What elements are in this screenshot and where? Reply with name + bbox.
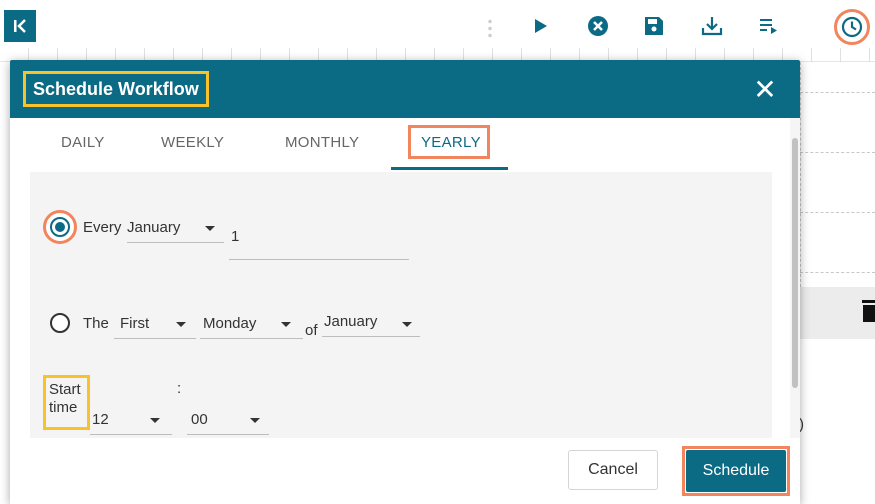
dialog-footer: Cancel Schedule bbox=[10, 438, 800, 504]
the-month-value: January bbox=[324, 313, 378, 330]
frequency-tabs: DAILY WEEKLY MONTHLY YEARLY bbox=[10, 118, 790, 170]
dialog-header: Schedule Workflow ✕ bbox=[10, 60, 800, 118]
tab-monthly[interactable]: MONTHLY bbox=[285, 134, 359, 151]
dialog-scrollbar[interactable] bbox=[790, 118, 800, 448]
chevron-down-icon bbox=[176, 322, 186, 327]
dialog-title: Schedule Workflow bbox=[23, 71, 209, 107]
play-icon[interactable] bbox=[529, 14, 553, 38]
grid-line bbox=[800, 272, 875, 273]
every-radio[interactable] bbox=[50, 217, 70, 237]
chevron-down-icon bbox=[281, 322, 291, 327]
time-colon: : bbox=[177, 380, 182, 397]
collapse-icon bbox=[14, 19, 26, 33]
every-month-value: January bbox=[127, 219, 181, 236]
the-radio[interactable] bbox=[50, 313, 70, 333]
minute-value: 00 bbox=[191, 411, 208, 428]
tab-yearly[interactable]: YEARLY bbox=[421, 134, 481, 151]
grid-line bbox=[800, 92, 875, 93]
chevron-down-icon bbox=[205, 226, 215, 231]
list-play-icon[interactable] bbox=[757, 14, 781, 38]
of-label: of bbox=[305, 322, 318, 339]
every-day-value: 1 bbox=[231, 228, 240, 245]
chevron-down-icon bbox=[150, 418, 160, 423]
grid-line bbox=[800, 212, 875, 213]
close-icon[interactable]: ✕ bbox=[748, 72, 782, 106]
schedule-button[interactable]: Schedule bbox=[686, 450, 786, 492]
trash-icon[interactable] bbox=[862, 300, 875, 322]
the-month-select[interactable]: January bbox=[322, 307, 420, 337]
start-time-label: Start time bbox=[49, 381, 81, 417]
every-day-input[interactable]: 1 bbox=[229, 228, 409, 260]
minute-select[interactable]: 00 bbox=[187, 405, 269, 435]
every-label: Every bbox=[83, 219, 122, 236]
hour-select[interactable]: 12 bbox=[90, 405, 172, 435]
start-time-label-line2: time bbox=[49, 399, 78, 416]
cancel-button[interactable]: Cancel bbox=[568, 450, 658, 490]
tab-weekly[interactable]: WEEKLY bbox=[161, 134, 224, 151]
clock-icon[interactable] bbox=[840, 15, 864, 39]
close-circle-icon[interactable] bbox=[586, 14, 610, 38]
every-month-select[interactable]: January bbox=[127, 213, 224, 243]
the-label: The bbox=[83, 315, 109, 332]
start-time-label-line1: Start bbox=[49, 381, 81, 398]
weekday-value: Monday bbox=[203, 315, 257, 332]
active-tab-indicator bbox=[391, 167, 508, 170]
weekday-select[interactable]: Monday bbox=[200, 309, 303, 339]
save-icon[interactable] bbox=[642, 14, 666, 38]
collapse-panel-button[interactable] bbox=[4, 10, 36, 42]
download-icon[interactable] bbox=[700, 14, 724, 38]
hour-value: 12 bbox=[92, 411, 109, 428]
canvas-grid bbox=[800, 62, 875, 287]
chevron-down-icon bbox=[402, 322, 412, 327]
chevron-down-icon bbox=[250, 418, 260, 423]
scroll-thumb[interactable] bbox=[792, 138, 798, 388]
tab-daily[interactable]: DAILY bbox=[61, 134, 105, 151]
top-toolbar bbox=[0, 0, 875, 62]
more-vertical-icon bbox=[488, 18, 492, 40]
ordinal-select[interactable]: First bbox=[114, 309, 196, 339]
ordinal-value: First bbox=[120, 315, 150, 332]
grid-line bbox=[800, 152, 875, 153]
